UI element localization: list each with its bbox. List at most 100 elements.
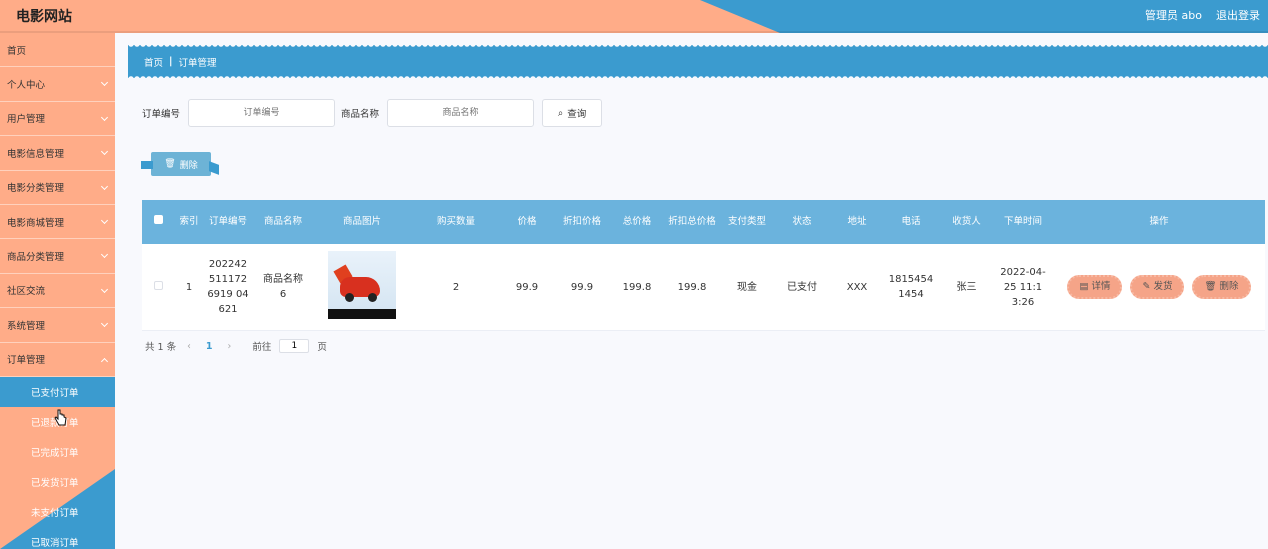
search-button[interactable]: ⌕ 查询 [542,99,603,127]
sidebar: 首页 个人中心 用户管理 电影信息管理 电影分类管理 电影商城管理 商品分类管理… [0,33,115,549]
search-button-label: 查询 [567,109,587,120]
sidebar-item-label: 用户管理 [7,114,46,126]
document-icon: ▤ [1079,280,1089,292]
logout-link[interactable]: 退出登录 [1216,7,1260,23]
column-header: 收货人 [952,215,981,227]
sidebar-item-home[interactable]: 首页 [0,33,115,68]
checkbox[interactable] [153,280,163,290]
cell-actions: ▤ 详情 ✎ 发货 🗑 删除 [1053,275,1265,299]
chevron-down-icon [100,320,109,328]
cell-discount-price: 99.9 [570,281,594,293]
sidebar-item-orders[interactable]: 订单管理 [0,343,115,377]
column-header: 支付类型 [727,215,766,227]
trash-icon: 🗑 [1204,280,1217,292]
column-header: 商品图片 [342,215,381,227]
sidebar-item-label: 社区交流 [7,286,46,298]
column-header: 价格 [517,215,537,227]
sidebar-item-movie-info[interactable]: 电影信息管理 [0,136,115,171]
sidebar-item-product-category[interactable]: 商品分类管理 [0,239,115,274]
next-page-icon[interactable]: › [225,341,235,352]
cell-discount-total: 199.8 [677,281,707,293]
pager-total: 共 1 条 [145,342,177,353]
page-number[interactable]: 1 [202,341,217,352]
order-no-label: 订单编号 [142,109,181,120]
cursor-glyph [54,409,67,426]
sidebar-sub-label: 已完成订单 [31,447,79,459]
admin-label: 管理员 abo [1145,9,1202,22]
sidebar-item-movie-shop[interactable]: 电影商城管理 [0,205,115,240]
cell-order-no: 2022425111726919 04621 [207,259,249,315]
chevron-down-icon [100,216,109,224]
order-no-input[interactable] [188,99,336,127]
sidebar-sub-unpaid[interactable]: 未支付订单 [0,497,115,527]
column-header: 购买数量 [436,215,475,227]
sidebar-item-label: 订单管理 [7,355,46,367]
site-title: 电影网站 [16,9,72,25]
detail-button[interactable]: ▤ 详情 [1067,275,1123,299]
sidebar-sub-label: 已支付订单 [31,387,79,399]
sidebar-sub-paid[interactable]: 已支付订单 [0,376,115,407]
cell-total: 199.8 [622,281,652,293]
row-delete-label: 删除 [1219,280,1239,292]
edit-icon: ✎ [1142,280,1151,292]
goto-page-input[interactable] [279,339,310,353]
table-body: 1 2022425111726919 04621 商品名称6 2 99.9 99… [142,244,1265,331]
product-name-input[interactable] [387,99,535,127]
page-suffix: 页 [317,342,327,353]
batch-delete-button[interactable]: 🗑 删除 [141,152,211,176]
column-header: 操作 [1149,215,1169,227]
sidebar-sub-shipped[interactable]: 已发货订单 [0,467,115,497]
sidebar-item-profile[interactable]: 个人中心 [0,67,115,102]
search-icon: ⌕ [557,107,564,119]
sidebar-item-label: 电影信息管理 [7,148,65,160]
column-header: 总价格 [622,215,652,227]
cell-product-name: 商品名称6 [263,274,303,300]
sidebar-item-label: 电影商城管理 [7,217,65,229]
cell-index: 1 [185,281,193,293]
chevron-up-icon [100,357,109,365]
product-image [328,250,396,319]
sidebar-sub-label: 已取消订单 [31,537,79,549]
sidebar-item-label: 电影分类管理 [7,183,65,195]
batch-delete-label: 删除 [179,160,198,171]
cell-status: 已支付 [787,281,817,293]
cell-receiver: 张三 [956,281,977,293]
column-header: 地址 [847,215,867,227]
sidebar-item-users[interactable]: 用户管理 [0,102,115,137]
cell-address: XXX [846,281,868,293]
column-header: 下单时间 [1003,215,1042,227]
main-content: 首页 | 订单管理 订单编号 商品名称 ⌕ 查询 🗑 删除 索引 订单编号 商品… [115,33,1268,549]
sidebar-item-label: 个人中心 [7,80,46,92]
sidebar-item-label: 商品分类管理 [7,252,65,264]
sidebar-item-system[interactable]: 系统管理 [0,308,115,343]
product-name-label: 商品名称 [341,109,380,120]
cell-price: 99.9 [515,281,539,293]
ship-button[interactable]: ✎ 发货 [1130,275,1185,299]
cell-pay-type: 现金 [737,281,757,293]
sidebar-sub-label: 已发货订单 [31,477,79,489]
sidebar-item-movie-category[interactable]: 电影分类管理 [0,171,115,205]
sidebar-sub-label: 未支付订单 [31,507,79,519]
breadcrumb-home[interactable]: 首页 [144,55,163,69]
sidebar-sub-completed[interactable]: 已完成订单 [0,437,115,467]
chevron-down-icon [100,251,109,259]
sidebar-item-community[interactable]: 社区交流 [0,274,115,309]
row-delete-button[interactable]: 🗑 删除 [1192,275,1251,299]
header-right: 管理员 abo 退出登录 [1145,7,1260,23]
sidebar-item-label: 首页 [7,45,27,57]
trash-icon: 🗑 [164,159,176,169]
chevron-down-icon [100,182,109,190]
breadcrumb: 首页 | 订单管理 [128,45,1268,78]
sidebar-sub-cancelled[interactable]: 已取消订单 [0,527,115,549]
prev-page-icon[interactable]: ‹ [184,341,194,352]
goto-label: 前往 [252,342,272,353]
chevron-down-icon [100,148,109,156]
orders-table: 索引 订单编号 商品名称 商品图片 购买数量 价格 折扣价格 总价格 折扣总价格… [142,200,1265,331]
header-select-all[interactable] [142,214,174,229]
row-select[interactable] [142,280,174,295]
column-header: 索引 [179,215,199,227]
checkbox[interactable] [153,214,163,224]
cell-qty: 2 [452,281,460,293]
table-header: 索引 订单编号 商品名称 商品图片 购买数量 价格 折扣价格 总价格 折扣总价格… [142,200,1265,244]
chevron-down-icon [100,285,109,293]
